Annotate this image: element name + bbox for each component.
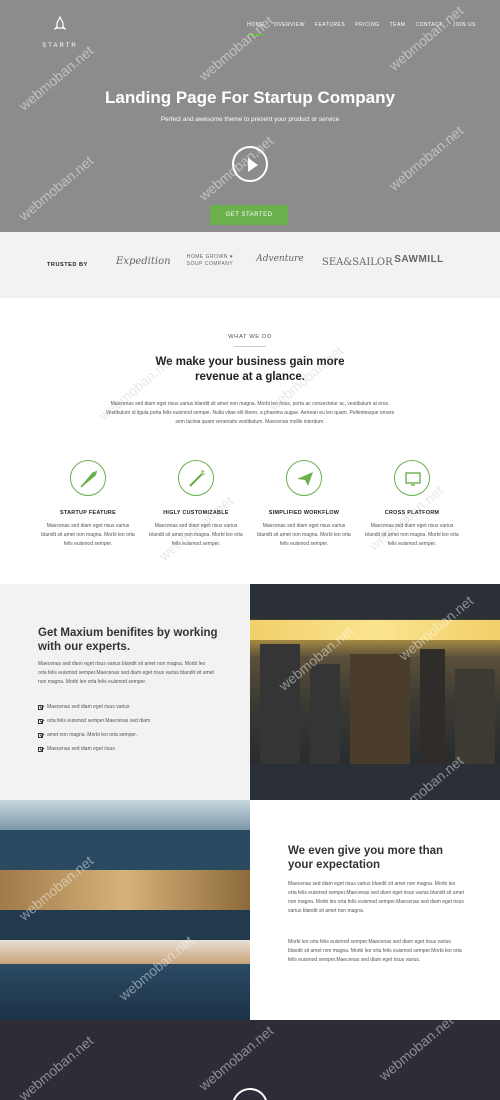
sky-band — [0, 940, 250, 964]
nav-team[interactable]: TEAM — [390, 22, 406, 32]
brand-logo-sea-sailor: SEA&SAILOR — [322, 257, 393, 268]
brand-logo-sawmill: SAWMILL — [394, 254, 444, 265]
hero-subtitle: Perfect and awesome theme to present you… — [160, 116, 340, 123]
city-building — [455, 669, 495, 764]
list-item: Maecenas sed diam eget risus — [38, 742, 150, 756]
nav-pricing[interactable]: PRICING — [355, 22, 379, 32]
feature-text: Maecenas sed diam eget risus varius blan… — [365, 523, 459, 547]
list-item: orta felis euismod semper.Maecenas sed d… — [38, 714, 150, 728]
feature-title: STARTUP FEATURE — [59, 510, 116, 516]
hero-title: Landing Page For Startup Company — [105, 88, 395, 107]
section-headline: We make your business gain more revenue … — [155, 356, 345, 383]
rocket-icon — [70, 460, 106, 496]
feature-workflow: SIMPLIFIED WORKFLOW Maecenas sed diam eg… — [256, 460, 352, 560]
city-building — [350, 654, 410, 764]
features-row: STARTUP FEATURE Maecenas sed diam eget r… — [40, 460, 460, 560]
nav-home[interactable]: HOME — [247, 22, 265, 36]
play-video-button[interactable] — [232, 146, 268, 182]
brand-logo-home-grown: HOME GROWN ♥ SOUP COMPANY — [186, 254, 234, 267]
paper-plane-icon — [286, 460, 322, 496]
section-paragraph: Maecenas sed diam eget risus varius blan… — [105, 401, 395, 425]
monitor-icon — [394, 460, 430, 496]
expectation-paragraph-1: Maecenas sed diam eget risus varius blan… — [288, 881, 464, 914]
mountain-band — [0, 964, 250, 1020]
checkbox-icon — [38, 704, 43, 710]
list-item: Maecenas sed diam eget risus varius — [38, 700, 150, 714]
brand-logo-expedition: Expedition — [116, 256, 171, 267]
benefits-title: Get Maxium benifites by working with our… — [38, 627, 218, 653]
feature-text: Maecenas sed diam eget risus varius blan… — [149, 523, 243, 547]
section-tag: WHAT WE DO — [228, 334, 272, 340]
city-skyline-image — [250, 584, 500, 800]
video-section — [0, 1020, 500, 1100]
mountain-band — [0, 910, 250, 940]
checkbox-icon — [38, 718, 43, 724]
hero-section: STARTR HOME OVERVIEW FEATURES PRICING TE… — [0, 0, 500, 232]
feature-text: Maecenas sed diam eget risus varius blan… — [257, 523, 351, 547]
feature-customizable: HIGLY CUSTOMIZABLE Maecenas sed diam ege… — [148, 460, 244, 560]
feature-title: SIMPLIFIED WORKFLOW — [268, 510, 340, 516]
play-video-button-bottom[interactable] — [232, 1088, 268, 1100]
magic-wand-icon — [178, 460, 214, 496]
feature-title: HIGLY CUSTOMIZABLE — [163, 510, 229, 516]
brand-logo-adventure: Adventure — [256, 254, 304, 264]
expectation-title: We even give you more than your expectat… — [288, 845, 444, 871]
feature-title: CROSS PLATFORM — [384, 510, 440, 516]
feature-text: Maecenas sed diam eget risus varius blan… — [41, 523, 135, 547]
nav-overview[interactable]: OVERVIEW — [274, 22, 305, 32]
checkbox-icon — [38, 732, 43, 738]
benefits-panel: Get Maxium benifites by working with our… — [0, 584, 250, 800]
nav-join-us[interactable]: JOIN US — [453, 22, 476, 32]
city-building — [420, 649, 445, 764]
city-ground — [250, 764, 500, 800]
benefits-list: Maecenas sed diam eget risus varius orta… — [38, 700, 150, 756]
main-nav: HOME OVERVIEW FEATURES PRICING TEAM CONT… — [247, 22, 476, 36]
checkbox-icon — [38, 746, 43, 752]
benefits-paragraph: Maecenas sed diam eget risus varius blan… — [38, 661, 214, 685]
mountain-landscape-image — [0, 800, 250, 1020]
feature-cross-platform: CROSS PLATFORM Maecenas sed diam eget ri… — [364, 460, 460, 560]
logo-text: STARTR — [42, 43, 78, 49]
get-started-button[interactable]: GET STARTED — [210, 205, 288, 225]
nav-contact[interactable]: CONTACT — [415, 22, 442, 32]
city-building — [260, 644, 300, 764]
list-item: amet non magna. Morbi leo orta semper. — [38, 728, 150, 742]
trusted-by-section: TRUSTED BY Expedition HOME GROWN ♥ SOUP … — [0, 232, 500, 298]
expectation-paragraph-2: Morbi leo orta felis euismod semper.Maec… — [288, 939, 462, 963]
site-logo[interactable]: STARTR — [40, 16, 80, 52]
rocket-logo-icon — [53, 16, 67, 31]
mountain-band — [0, 830, 250, 870]
feature-startup: STARTUP FEATURE Maecenas sed diam eget r… — [40, 460, 136, 560]
nav-features[interactable]: FEATURES — [315, 22, 345, 32]
city-building — [310, 664, 340, 764]
valley-band — [0, 870, 250, 910]
section-divider — [234, 346, 266, 347]
city-sky — [250, 620, 500, 640]
trusted-label: TRUSTED BY — [47, 262, 88, 268]
sky-band — [0, 800, 250, 830]
expectation-panel: We even give you more than your expectat… — [250, 800, 500, 1020]
